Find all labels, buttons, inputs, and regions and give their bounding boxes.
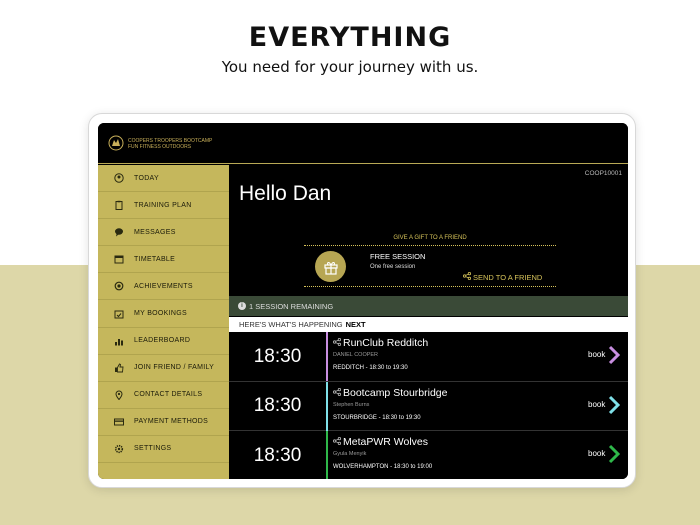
session-row[interactable]: 18:30 RunClub Redditch DANIEL COOPER RED… (229, 332, 628, 382)
gift-divider-top (304, 245, 556, 246)
session-list: 18:30 RunClub Redditch DANIEL COOPER RED… (229, 332, 628, 479)
free-session-subtitle: One free session (370, 264, 416, 270)
info-icon: i (238, 302, 246, 310)
session-time: 18:30 (253, 444, 302, 466)
sidebar: TODAY TRAINING PLAN MESSAGES TIMETABLE A… (98, 165, 229, 479)
sidebar-item-settings[interactable]: SETTINGS (98, 436, 229, 464)
sidebar-item-label: MY BOOKINGS (134, 310, 187, 318)
session-coach: Gyula Menyik (333, 451, 367, 457)
credit-card-icon (113, 416, 125, 428)
clipboard-icon (113, 199, 125, 211)
session-location: STOURBRIDGE - 18:30 to 19:30 (333, 414, 421, 421)
calendar-icon (113, 253, 125, 265)
app-screen: COOPERS TROOPERS BOOTCAMP FUN FITNESS OU… (98, 123, 628, 479)
happening-next-header: HERE'S WHAT'S HAPPENING NEXT (229, 317, 628, 332)
sidebar-item-label: LEADERBOARD (134, 337, 191, 345)
chevron-right-icon[interactable] (607, 395, 621, 415)
gift-icon[interactable] (315, 251, 346, 282)
sidebar-item-label: MESSAGES (134, 228, 176, 236)
book-label[interactable]: book (588, 449, 605, 458)
send-to-friend-link[interactable]: SEND TO A FRIEND (463, 272, 542, 282)
trooper-logo-icon (108, 135, 124, 151)
session-time: 18:30 (253, 395, 302, 416)
member-code: COOP10001 (584, 170, 622, 177)
sidebar-item-label: TIMETABLE (134, 255, 176, 263)
happening-prefix: HERE'S WHAT'S HAPPENING (239, 320, 343, 329)
session-color-bar (326, 381, 328, 431)
book-label[interactable]: book (588, 400, 605, 409)
gift-label: GIVE A GIFT TO A FRIEND (393, 235, 467, 241)
chat-bubble-icon (113, 226, 125, 238)
logo-line-2: FUN FITNESS OUTDOORS (128, 144, 192, 150)
session-location: WOLVERHAMPTON - 18:30 to 19:00 (333, 464, 433, 470)
share-icon (333, 338, 341, 348)
sidebar-item-label: JOIN FRIEND / FAMILY (134, 364, 215, 372)
session-name-text: MetaPWR Wolves (343, 436, 428, 448)
hero-title: EVERYTHING (248, 22, 452, 53)
session-name-text: Bootcamp Stourbridge (343, 386, 448, 399)
free-session-title: FREE SESSION (370, 252, 426, 261)
session-name: MetaPWR Wolves (333, 436, 428, 448)
chevron-right-icon[interactable] (607, 444, 621, 464)
session-name: RunClub Redditch (333, 337, 428, 349)
sidebar-item-label: TRAINING PLAN (134, 201, 192, 209)
session-location: REDDITCH - 18:30 to 19:30 (333, 365, 408, 371)
bar-chart-icon (113, 335, 125, 347)
location-pin-icon (113, 389, 125, 401)
share-icon (333, 437, 341, 447)
gift-divider-bottom (304, 286, 556, 287)
happening-suffix: NEXT (345, 320, 366, 329)
sidebar-item-training-plan[interactable]: TRAINING PLAN (98, 192, 229, 220)
sidebar-item-messages[interactable]: MESSAGES (98, 219, 229, 247)
sidebar-item-label: SETTINGS (134, 445, 172, 453)
sidebar-item-my-bookings[interactable]: MY BOOKINGS (98, 300, 229, 328)
session-row[interactable]: 18:30 Bootcamp Stourbridge Stephen Burns… (229, 381, 628, 431)
session-coach: Stephen Burns (333, 401, 370, 408)
session-name-text: RunClub Redditch (343, 337, 429, 349)
sidebar-item-join-friend-family[interactable]: JOIN FRIEND / FAMILY (98, 355, 229, 382)
sidebar-item-today[interactable]: TODAY (98, 165, 229, 193)
sidebar-item-label: PAYMENT METHODS (134, 418, 209, 426)
send-to-friend-label: SEND TO A FRIEND (473, 272, 543, 282)
medal-icon (113, 280, 125, 292)
logo-text: COOPERS TROOPERS BOOTCAMP FUN FITNESS OU… (128, 138, 212, 150)
sidebar-item-payment-methods[interactable]: PAYMENT METHODS (98, 409, 229, 436)
session-time: 18:30 (253, 345, 302, 367)
share-icon (333, 387, 341, 398)
chevron-right-icon[interactable] (607, 345, 621, 365)
sidebar-item-label: CONTACT DETAILS (134, 391, 203, 399)
app-header: COOPERS TROOPERS BOOTCAMP FUN FITNESS OU… (98, 123, 628, 164)
session-color-bar (326, 431, 328, 479)
user-circle-icon (113, 172, 125, 184)
sidebar-item-contact-details[interactable]: CONTACT DETAILS (98, 382, 229, 409)
sidebar-item-label: ACHIEVEMENTS (134, 282, 193, 290)
calendar-check-icon (113, 308, 125, 320)
sidebar-item-label: TODAY (134, 174, 159, 182)
hero-subtitle: You need for your journey with us. (221, 58, 479, 76)
book-label[interactable]: book (588, 350, 605, 359)
sessions-remaining-text: 1 SESSION REMAINING (249, 301, 334, 311)
session-coach: DANIEL COOPER (333, 352, 379, 358)
sidebar-item-timetable[interactable]: TIMETABLE (98, 246, 229, 274)
session-name: Bootcamp Stourbridge (333, 387, 447, 399)
thumbs-up-icon (113, 362, 125, 374)
sessions-remaining-bar: i 1 SESSION REMAINING (229, 296, 628, 316)
session-color-bar (326, 332, 328, 381)
sidebar-item-achievements[interactable]: ACHIEVEMENTS (98, 273, 229, 301)
share-icon (463, 272, 471, 282)
session-row[interactable]: 18:30 MetaPWR Wolves Gyula Menyik WOLVER… (229, 431, 628, 479)
greeting: Hello Dan (239, 182, 332, 205)
tablet-frame: COOPERS TROOPERS BOOTCAMP FUN FITNESS OU… (88, 113, 636, 488)
main-content: COOP10001 Hello Dan GIVE A GIFT TO A FRI… (229, 165, 628, 479)
sidebar-item-leaderboard[interactable]: LEADERBOARD (98, 328, 229, 355)
gear-icon (113, 443, 125, 455)
